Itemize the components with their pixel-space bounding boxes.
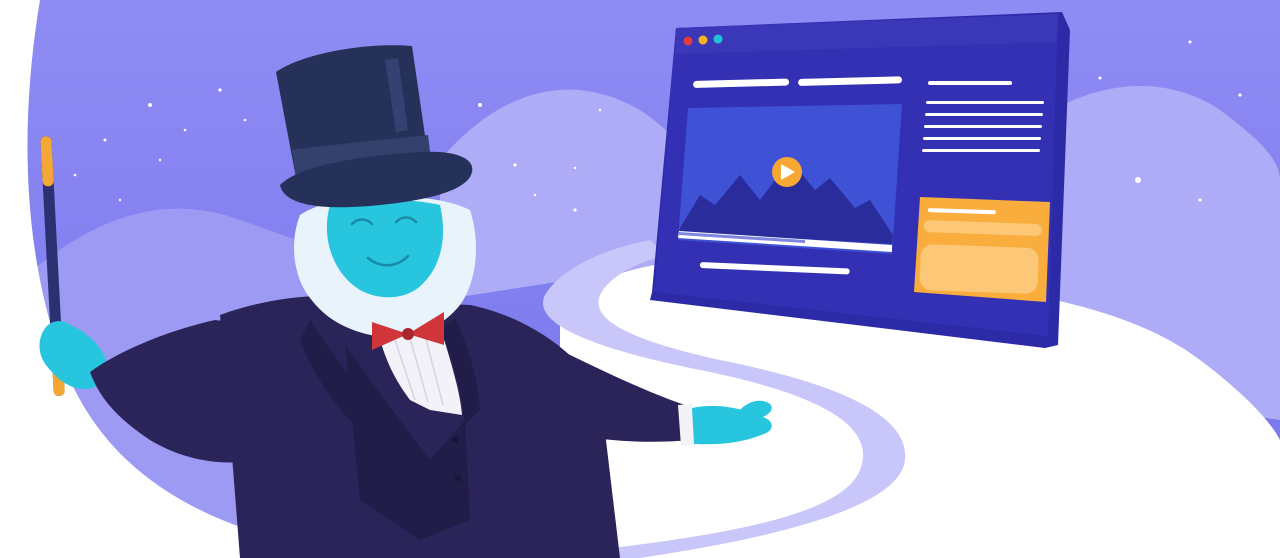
- video-player: [678, 104, 902, 254]
- promo-card: [914, 197, 1050, 302]
- window-dot-red: [683, 36, 693, 46]
- window-dot-cyan: [713, 34, 723, 44]
- window-dot-yellow: [698, 35, 708, 45]
- vest-button-1: [452, 437, 458, 443]
- yeti-magician-illustration: [0, 0, 1280, 558]
- browser-window: [650, 12, 1070, 348]
- vest-button-2: [455, 475, 461, 481]
